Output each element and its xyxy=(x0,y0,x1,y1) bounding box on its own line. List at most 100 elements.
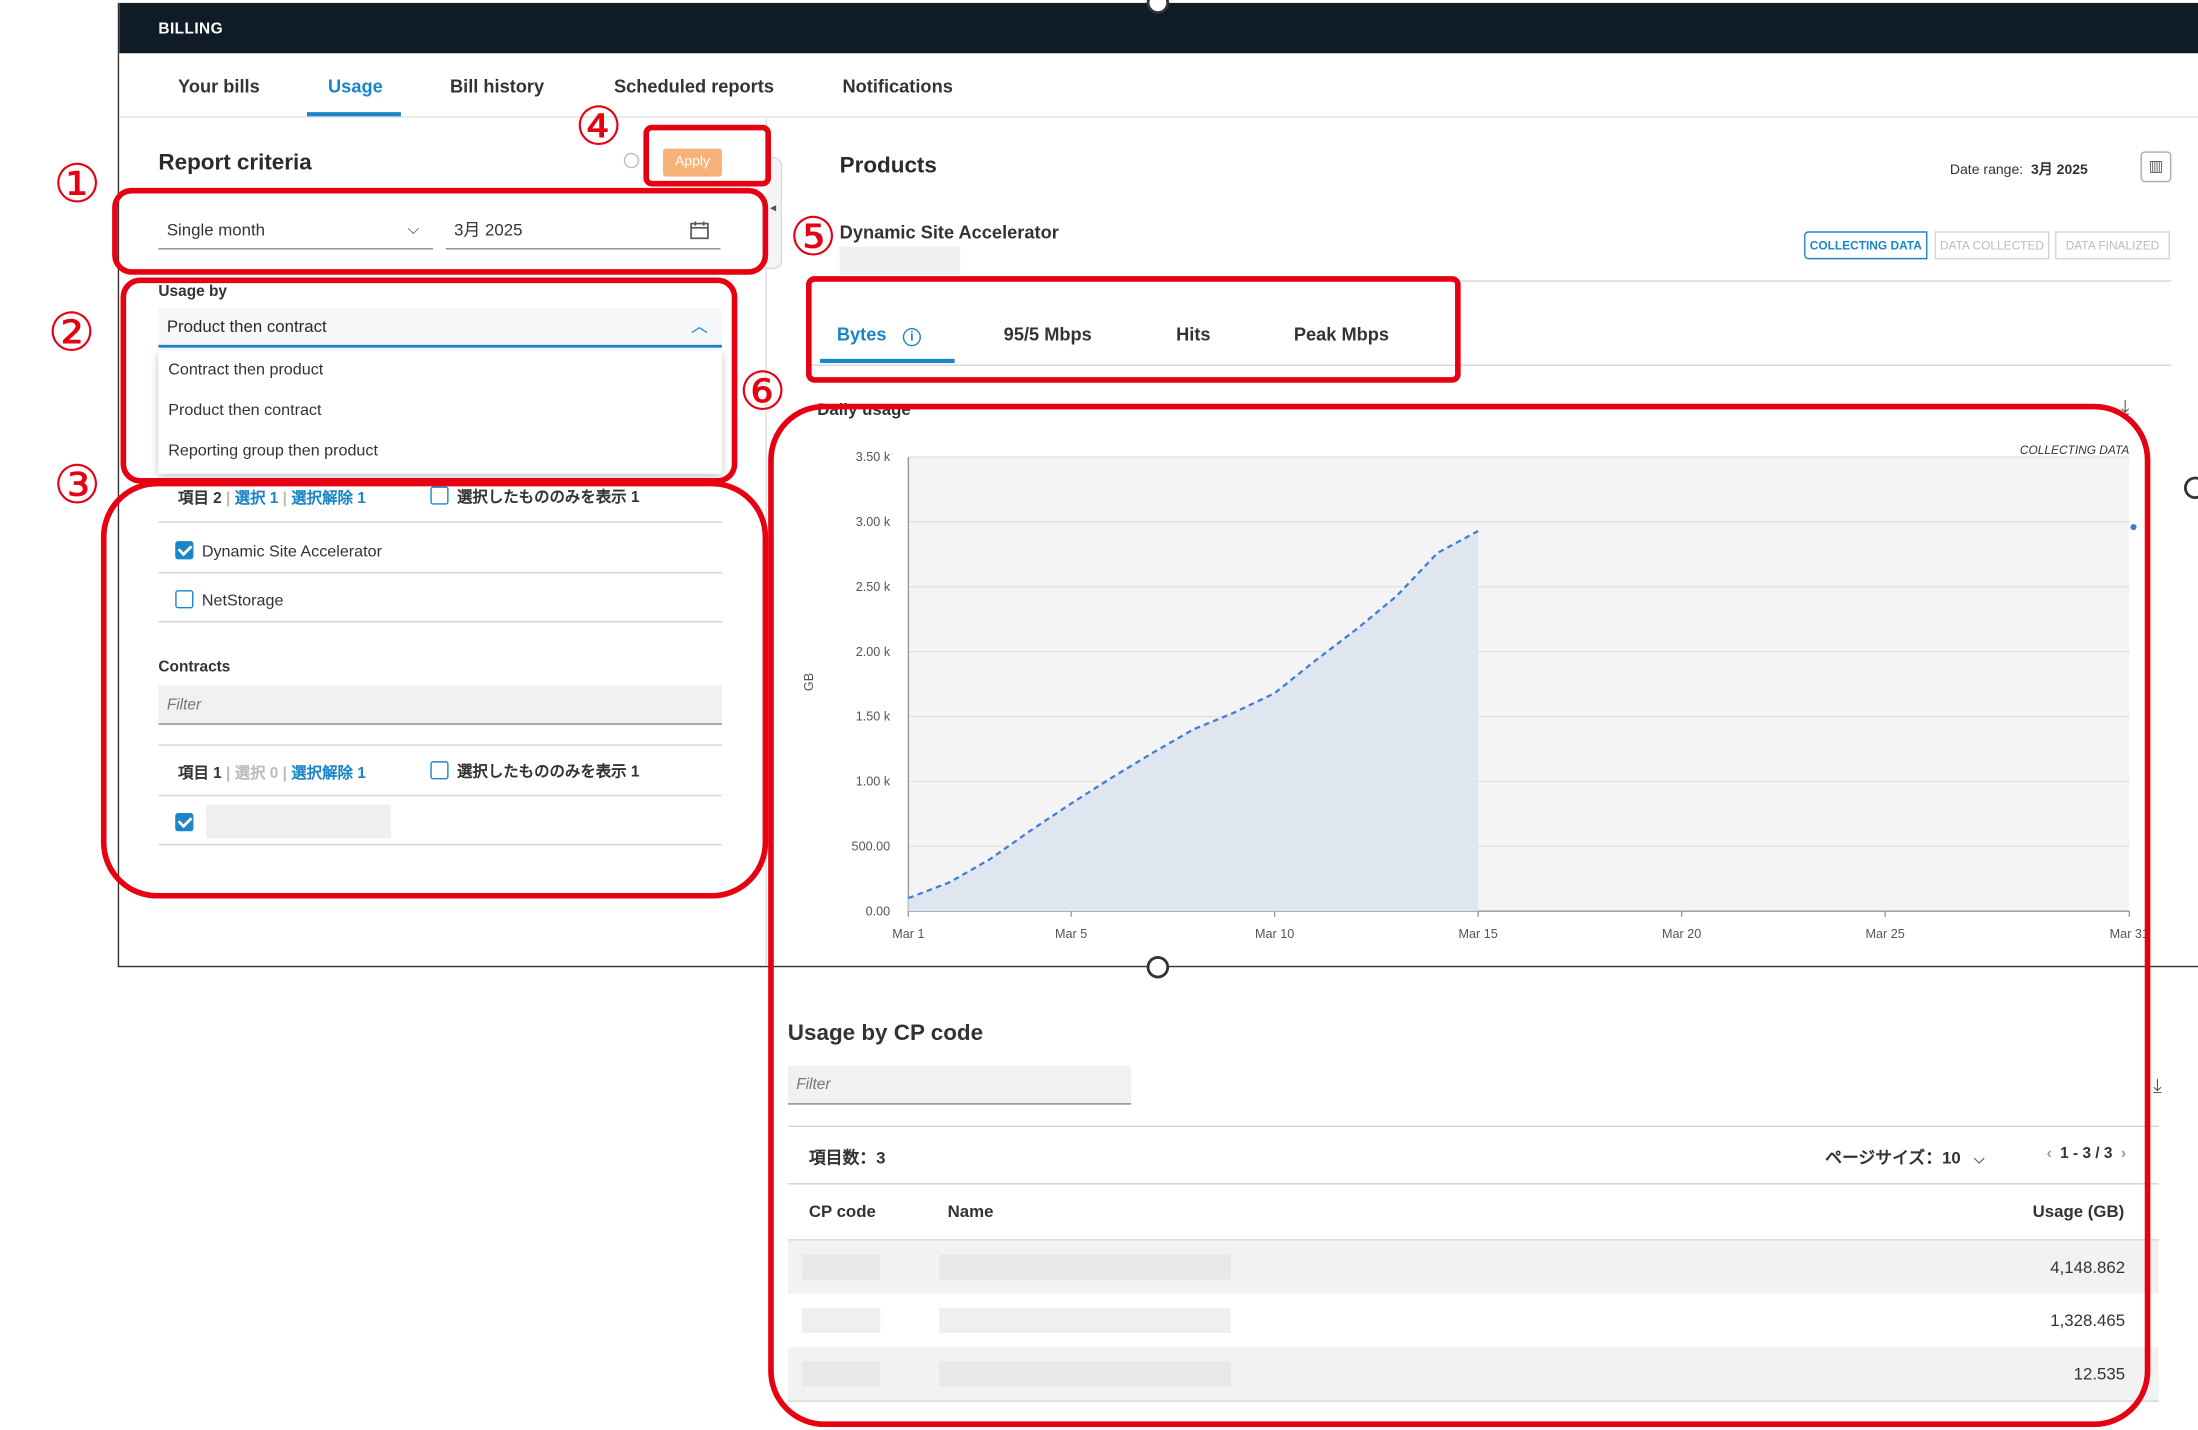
x-axis: Mar 1 Mar 5 Mar 10 Mar 15 Mar 20 Mar 25 Mar 31 xyxy=(892,911,2149,941)
annotation-number-1: ① xyxy=(53,152,102,215)
redacted-contract xyxy=(206,804,392,839)
usage-cell: 12.535 xyxy=(2073,1363,2126,1384)
y-axis-label: GB xyxy=(802,673,816,691)
divider xyxy=(158,843,722,846)
metric-tab-hits[interactable]: Hits xyxy=(1176,324,1210,345)
divider xyxy=(158,744,722,746)
x-tick-label: Mar 1 xyxy=(892,927,924,941)
products-show-selected[interactable]: 選択したもののみを表示 1 xyxy=(430,485,639,507)
contracts-show-selected[interactable]: 選択したもののみを表示 1 xyxy=(430,760,639,782)
table-row[interactable]: 1,328.465 xyxy=(787,1293,2159,1348)
usage-by-option[interactable]: Reporting group then product xyxy=(158,432,722,473)
period-select-value: Single month xyxy=(166,220,266,240)
contracts-label: Contracts xyxy=(158,658,231,676)
reset-icon[interactable] xyxy=(623,152,640,169)
products-selected[interactable]: 選択 1 xyxy=(235,491,279,508)
table-row[interactable]: 4,148.862 xyxy=(787,1240,2159,1294)
show-selected-checkbox[interactable] xyxy=(430,761,449,780)
divider xyxy=(158,620,722,623)
product-checkbox[interactable] xyxy=(175,590,194,609)
products-count: 項目 2 xyxy=(178,490,222,508)
redacted-cp-code xyxy=(801,1254,881,1280)
y-tick-label: 2.50 k xyxy=(856,580,891,594)
x-tick-label: Mar 25 xyxy=(1866,927,1905,941)
tab-your-bills[interactable]: Your bills xyxy=(178,76,260,97)
month-picker[interactable]: 3月 2025 xyxy=(445,210,721,250)
y-tick-label: 1.00 k xyxy=(856,775,891,789)
contracts-deselect[interactable]: 選択解除 1 xyxy=(291,765,366,782)
tab-notifications[interactable]: Notifications xyxy=(842,76,952,97)
metric-tab-label: Bytes xyxy=(836,323,887,345)
usage-by-option[interactable]: Product then contract xyxy=(158,391,722,432)
download-table-icon[interactable]: ⤓ xyxy=(2153,1074,2162,1098)
contracts-pager: 項目 1 | 選択 0 | 選択解除 1 xyxy=(178,765,366,783)
show-selected-checkbox[interactable] xyxy=(430,486,449,505)
metric-tab-95-5[interactable]: 95/5 Mbps xyxy=(1004,324,1092,345)
contracts-count: 項目 1 xyxy=(178,765,222,783)
date-range-label: Date range: xyxy=(1949,162,2024,179)
tab-bill-history[interactable]: Bill history xyxy=(450,76,544,97)
date-range: Date range: 3月 2025 xyxy=(1950,157,2088,178)
chart-section-label: Daily usage xyxy=(817,399,911,420)
usage-by-option[interactable]: Contract then product xyxy=(158,350,722,391)
metric-tab-underline xyxy=(820,358,955,364)
col-cp-code[interactable]: CP code xyxy=(809,1201,876,1221)
x-tick-label: Mar 20 xyxy=(1662,927,1701,941)
redacted-cp-name xyxy=(939,1307,1231,1334)
redacted-product-info xyxy=(839,246,961,275)
download-chart-icon[interactable]: ⤓ xyxy=(2121,395,2130,419)
divider xyxy=(158,571,722,574)
report-criteria-title: Report criteria xyxy=(158,151,312,176)
tab-bar: Your bills Usage Bill history Scheduled … xyxy=(119,53,2198,118)
page-size-select[interactable]: ページサイズ：10 ⌵ xyxy=(1825,1145,1984,1169)
chevron-down-icon: ⌵ xyxy=(1973,1152,1985,1168)
products-show-selected-label: 選択したもののみを表示 1 xyxy=(456,489,640,507)
contracts-show-selected-label: 選択したもののみを表示 1 xyxy=(456,763,640,781)
redacted-cp-name xyxy=(939,1254,1231,1280)
cp-filter-input[interactable]: Filter xyxy=(787,1065,1132,1105)
billing-window: BILLING Your bills Usage Bill history Sc… xyxy=(117,2,2198,968)
tab-scheduled-reports[interactable]: Scheduled reports xyxy=(614,76,774,97)
tab-usage[interactable]: Usage xyxy=(328,76,383,97)
divider xyxy=(158,794,722,797)
product-checkbox[interactable] xyxy=(175,541,194,560)
collapse-panel-handle[interactable]: ◂ xyxy=(765,157,783,270)
x-tick-label: Mar 31 xyxy=(2110,927,2149,941)
metric-tab-peak[interactable]: Peak Mbps xyxy=(1294,324,1389,345)
next-page-icon[interactable]: › xyxy=(2121,1145,2126,1162)
product-label: NetStorage xyxy=(201,592,284,610)
col-name[interactable]: Name xyxy=(948,1201,994,1221)
prev-page-icon[interactable]: ‹ xyxy=(2047,1145,2052,1162)
contract-checkbox[interactable] xyxy=(175,813,194,832)
apply-button[interactable]: Apply xyxy=(663,148,722,177)
resize-handle[interactable] xyxy=(1146,956,1170,979)
annotation-number-2: ② xyxy=(47,301,96,364)
data-point xyxy=(2130,523,2137,531)
usage-cell: 4,148.862 xyxy=(2050,1257,2126,1278)
product-row[interactable]: NetStorage xyxy=(175,590,283,610)
page-range: 1 - 3 / 3 xyxy=(2060,1145,2113,1163)
contracts-filter-input[interactable]: Filter xyxy=(158,685,722,725)
products-pager: 項目 2 | 選択 1 | 選択解除 1 xyxy=(178,490,366,508)
month-picker-value: 3月 2025 xyxy=(454,220,523,240)
divider xyxy=(811,364,2172,366)
col-usage[interactable]: Usage (GB) xyxy=(2033,1201,2125,1221)
caret-down-icon[interactable]: ▼ xyxy=(812,230,825,244)
y-tick-label: 3.00 k xyxy=(856,515,891,529)
table-row[interactable]: 12.535 xyxy=(787,1347,2159,1401)
contracts-selected[interactable]: 選択 0 xyxy=(235,765,279,782)
daily-usage-chart: 0.00 500.00 1.00 k 1.50 k 2.00 k 2.50 k 3.00 k… xyxy=(802,443,2149,941)
info-icon[interactable]: i xyxy=(902,328,922,347)
products-title: Products xyxy=(839,154,937,179)
products-deselect[interactable]: 選択解除 1 xyxy=(291,491,366,508)
divider xyxy=(158,521,722,523)
contract-row[interactable] xyxy=(175,813,194,838)
y-axis: 0.00 500.00 1.00 k 1.50 k 2.00 k 2.50 k 3.00 k… xyxy=(852,450,891,918)
product-row[interactable]: Dynamic Site Accelerator xyxy=(175,541,382,561)
usage-by-select[interactable]: Product then contract ︿ xyxy=(158,308,722,348)
redacted-cp-code xyxy=(801,1307,881,1334)
chart-settings-icon[interactable]: ▥ xyxy=(2140,151,2172,183)
product-heading: Dynamic Site Accelerator xyxy=(839,221,1059,243)
metric-tab-bytes[interactable]: Bytes i xyxy=(836,323,922,347)
period-select[interactable]: Single month ⌵ xyxy=(158,210,434,250)
